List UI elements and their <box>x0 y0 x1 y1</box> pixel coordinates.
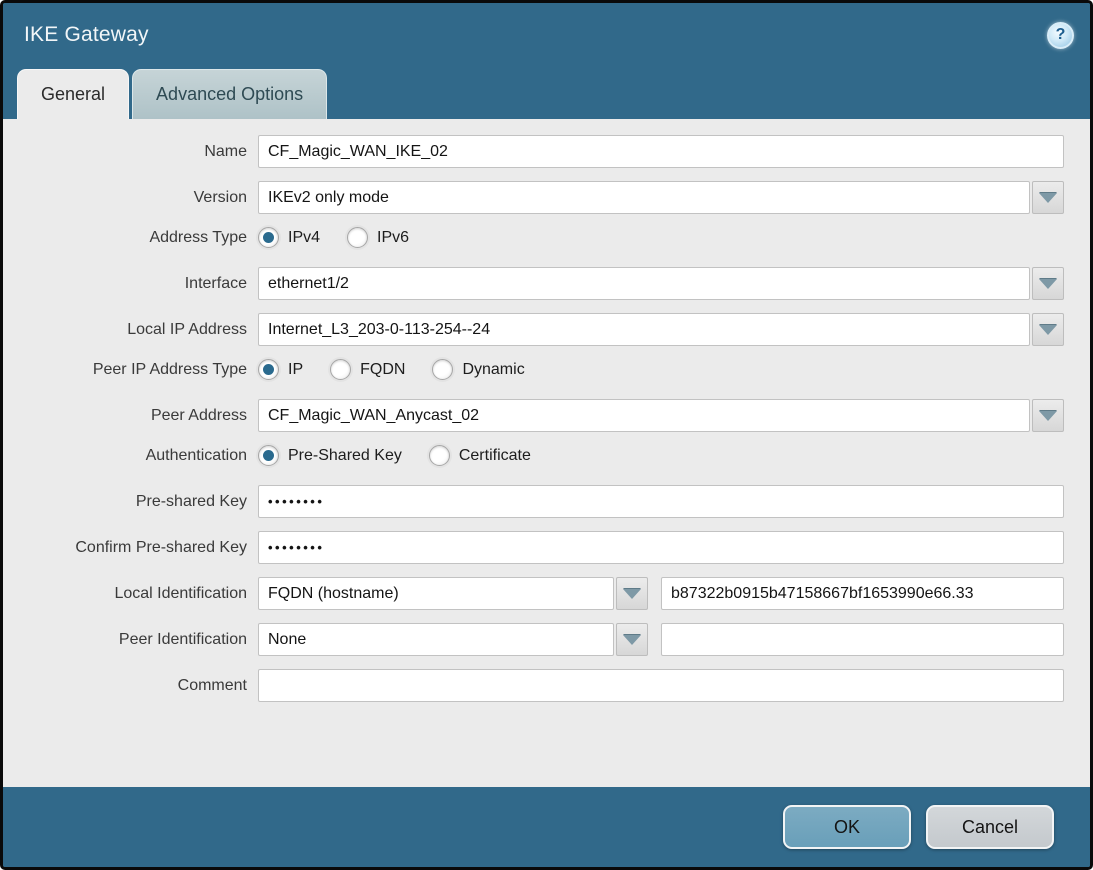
peer-address-select-input[interactable] <box>258 399 1030 432</box>
peer-identification-label: Peer Identification <box>3 631 258 649</box>
name-row: Name <box>3 135 1064 168</box>
peer-address-dropdown-button[interactable] <box>1032 399 1064 432</box>
name-label: Name <box>3 143 258 161</box>
interface-select-input[interactable] <box>258 267 1030 300</box>
chevron-down-icon <box>623 635 641 645</box>
radio-button-icon <box>258 445 279 466</box>
address-type-row: Address Type IPv4 IPv6 <box>3 227 1064 248</box>
local-ip-row: Local IP Address <box>3 313 1064 346</box>
local-identification-type-select[interactable] <box>258 577 614 610</box>
radio-ip-label: IP <box>288 361 303 379</box>
version-dropdown-button[interactable] <box>1032 181 1064 214</box>
radio-psk-label: Pre-Shared Key <box>288 447 402 465</box>
general-tab-panel: Name Version Address Type IPv4 IPv6 <box>3 119 1090 787</box>
radio-ip[interactable]: IP <box>258 359 303 380</box>
peer-address-row: Peer Address <box>3 399 1064 432</box>
peer-ip-type-label: Peer IP Address Type <box>3 361 258 379</box>
interface-label: Interface <box>3 275 258 293</box>
comment-label: Comment <box>3 677 258 695</box>
radio-certificate[interactable]: Certificate <box>429 445 531 466</box>
peer-identification-type-select[interactable] <box>258 623 614 656</box>
radio-fqdn[interactable]: FQDN <box>330 359 405 380</box>
footer: OK Cancel <box>3 787 1090 867</box>
version-row: Version <box>3 181 1064 214</box>
peer-identification-dropdown-button[interactable] <box>616 623 648 656</box>
peer-ip-type-row: Peer IP Address Type IP FQDN Dynamic <box>3 359 1064 380</box>
version-label: Version <box>3 189 258 207</box>
local-ip-select-input[interactable] <box>258 313 1030 346</box>
local-identification-label: Local Identification <box>3 585 258 603</box>
comment-row: Comment <box>3 669 1064 702</box>
version-select-input[interactable] <box>258 181 1030 214</box>
tab-bar: General Advanced Options <box>3 67 1090 119</box>
radio-pre-shared-key[interactable]: Pre-Shared Key <box>258 445 402 466</box>
ike-gateway-dialog: IKE Gateway ? General Advanced Options N… <box>0 0 1093 870</box>
local-ip-dropdown-button[interactable] <box>1032 313 1064 346</box>
tab-general[interactable]: General <box>17 69 129 119</box>
authentication-row: Authentication Pre-Shared Key Certificat… <box>3 445 1064 466</box>
radio-button-icon <box>258 359 279 380</box>
radio-ipv4[interactable]: IPv4 <box>258 227 320 248</box>
radio-button-icon <box>429 445 450 466</box>
cancel-button[interactable]: Cancel <box>926 805 1054 849</box>
radio-button-icon <box>432 359 453 380</box>
chevron-down-icon <box>623 589 641 599</box>
confirm-preshared-key-row: Confirm Pre-shared Key <box>3 531 1064 564</box>
preshared-key-row: Pre-shared Key <box>3 485 1064 518</box>
peer-address-label: Peer Address <box>3 407 258 425</box>
dialog-title: IKE Gateway <box>24 23 149 47</box>
radio-button-icon <box>258 227 279 248</box>
interface-dropdown-button[interactable] <box>1032 267 1064 300</box>
radio-dynamic-label: Dynamic <box>462 361 524 379</box>
preshared-key-label: Pre-shared Key <box>3 493 258 511</box>
local-identification-dropdown-button[interactable] <box>616 577 648 610</box>
chevron-down-icon <box>1039 325 1057 335</box>
local-identification-row: Local Identification <box>3 577 1064 610</box>
radio-ipv6[interactable]: IPv6 <box>347 227 409 248</box>
titlebar: IKE Gateway ? <box>3 3 1090 67</box>
name-input[interactable] <box>258 135 1064 168</box>
local-identification-value-input[interactable] <box>661 577 1064 610</box>
confirm-preshared-key-input[interactable] <box>258 531 1064 564</box>
radio-certificate-label: Certificate <box>459 447 531 465</box>
confirm-preshared-key-label: Confirm Pre-shared Key <box>3 539 258 557</box>
radio-ipv4-label: IPv4 <box>288 229 320 247</box>
local-ip-label: Local IP Address <box>3 321 258 339</box>
radio-button-icon <box>347 227 368 248</box>
peer-identification-row: Peer Identification <box>3 623 1064 656</box>
radio-ipv6-label: IPv6 <box>377 229 409 247</box>
radio-fqdn-label: FQDN <box>360 361 405 379</box>
ok-button[interactable]: OK <box>783 805 911 849</box>
preshared-key-input[interactable] <box>258 485 1064 518</box>
address-type-label: Address Type <box>3 229 258 247</box>
chevron-down-icon <box>1039 279 1057 289</box>
radio-dynamic[interactable]: Dynamic <box>432 359 524 380</box>
comment-input[interactable] <box>258 669 1064 702</box>
chevron-down-icon <box>1039 193 1057 203</box>
peer-identification-value-input[interactable] <box>661 623 1064 656</box>
interface-row: Interface <box>3 267 1064 300</box>
chevron-down-icon <box>1039 411 1057 421</box>
authentication-label: Authentication <box>3 447 258 465</box>
tab-advanced-options[interactable]: Advanced Options <box>132 69 327 119</box>
radio-button-icon <box>330 359 351 380</box>
help-icon[interactable]: ? <box>1047 22 1074 49</box>
